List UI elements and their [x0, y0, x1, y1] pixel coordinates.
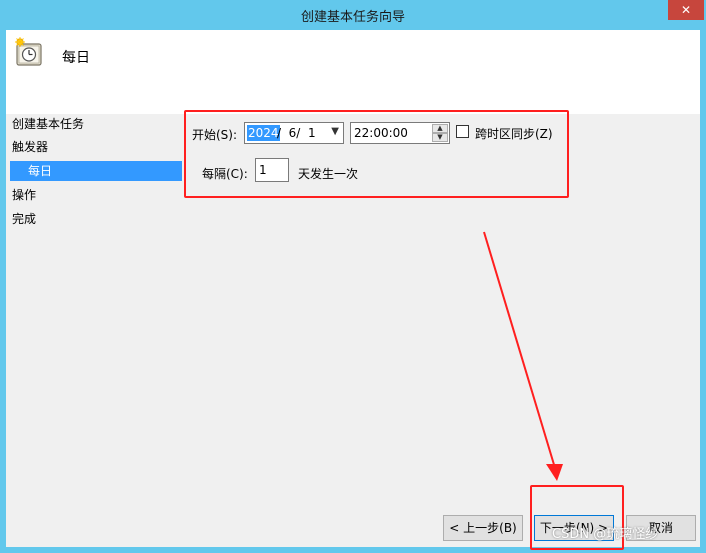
page-title: 每日 [62, 50, 90, 66]
client-area: 每日 创建基本任务 触发器 每日 操作 完成 开始(S): 2024 / 6/ … [6, 30, 700, 547]
close-button[interactable]: ✕ [668, 0, 704, 20]
sidebar: 创建基本任务 触发器 每日 操作 完成 [6, 114, 184, 547]
sidebar-item-daily[interactable]: 每日 [10, 161, 182, 181]
sidebar-item-trigger[interactable]: 触发器 [12, 137, 48, 157]
sidebar-item-action[interactable]: 操作 [12, 185, 36, 205]
sidebar-item-finish[interactable]: 完成 [12, 209, 36, 229]
annotation-box-form [184, 110, 569, 198]
watermark: CSDN @琉璃怪纱 [552, 527, 659, 542]
sidebar-item-create-task[interactable]: 创建基本任务 [12, 114, 84, 134]
header-panel: 每日 [6, 30, 700, 114]
back-button[interactable]: < 上一步(B) [443, 515, 523, 541]
title-bar[interactable]: 创建基本任务向导 ✕ [0, 0, 706, 30]
wizard-window: 创建基本任务向导 ✕ 每日 创建基本任务 触发器 每日 操作 完成 开始(S): [0, 0, 706, 553]
clock-icon [15, 37, 42, 66]
window-title: 创建基本任务向导 [300, 10, 405, 25]
